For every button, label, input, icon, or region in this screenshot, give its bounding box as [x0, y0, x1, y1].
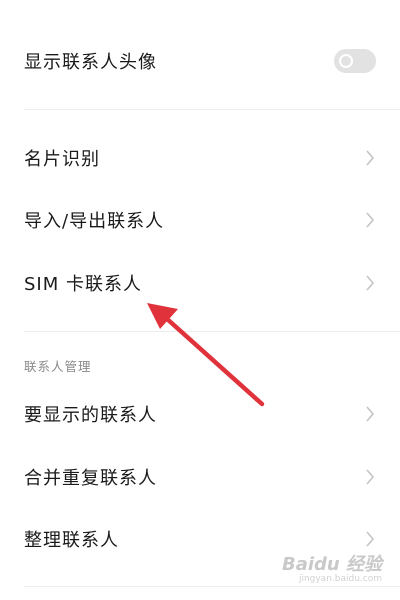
watermark-brand: Baidu 经验 [281, 554, 382, 575]
merge-duplicates-row[interactable]: 合并重复联系人 [0, 446, 400, 508]
chevron-right-icon [366, 212, 375, 228]
show-avatar-label: 显示联系人头像 [24, 52, 157, 73]
import-export-label: 导入/导出联系人 [24, 211, 165, 232]
show-avatar-toggle[interactable] [334, 49, 376, 73]
chevron-right-icon [366, 150, 375, 166]
business-card-scan-row[interactable]: 名片识别 [0, 127, 400, 189]
show-avatar-row[interactable]: 显示联系人头像 [0, 30, 400, 92]
divider [24, 586, 400, 587]
organize-contacts-label: 整理联系人 [24, 530, 119, 551]
import-export-row[interactable]: 导入/导出联系人 [0, 189, 400, 251]
chevron-right-icon [366, 531, 375, 547]
sim-contacts-row[interactable]: SIM 卡联系人 [0, 252, 400, 314]
divider [24, 109, 400, 110]
chevron-right-icon [366, 275, 375, 291]
watermark-url: jingyan.baidu.com [298, 574, 382, 584]
divider [24, 331, 400, 332]
contacts-to-display-row[interactable]: 要显示的联系人 [0, 383, 400, 445]
business-card-scan-label: 名片识别 [24, 149, 100, 170]
contacts-settings-screen: 显示联系人头像 名片识别 导入/导出联系人 SIM 卡联系人 联系人管理 要显示… [0, 0, 400, 600]
chevron-right-icon [366, 406, 375, 422]
section-title-contact-management: 联系人管理 [24, 359, 92, 374]
chevron-right-icon [366, 469, 375, 485]
contacts-to-display-label: 要显示的联系人 [24, 405, 157, 426]
baidu-jingyan-watermark: Baidu 经验 jingyan.baidu.com [282, 550, 382, 584]
toggle-knob [339, 54, 353, 68]
sim-contacts-label: SIM 卡联系人 [24, 274, 142, 295]
merge-duplicates-label: 合并重复联系人 [24, 468, 157, 489]
